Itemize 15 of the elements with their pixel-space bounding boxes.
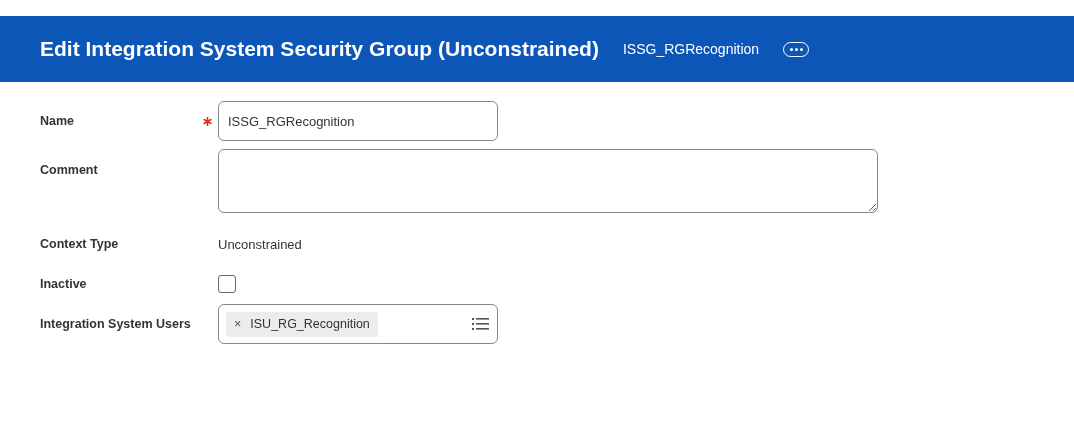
multiselect-field[interactable]: × ISU_RG_Recognition <box>218 304 498 345</box>
field-label: Name <box>40 112 75 130</box>
comment-field[interactable] <box>218 149 878 213</box>
checkbox[interactable] <box>218 274 236 293</box>
field-value: Unconstrained <box>218 236 302 254</box>
list-icon[interactable] <box>472 317 489 332</box>
token-label: ISU_RG_Recognition <box>250 315 370 333</box>
page-subtitle: ISSG_RGRecognition <box>622 39 760 59</box>
page-title: Edit Integration System Security Group (Unconstrained) <box>40 36 599 62</box>
field-label: Integration System Users <box>40 315 191 333</box>
field-label: Context Type <box>40 236 119 253</box>
remove-button[interactable]: × <box>234 314 242 334</box>
field-label: Comment <box>40 162 98 179</box>
name-field[interactable]: ISSG_RGRecognition <box>218 101 498 141</box>
field-label: Inactive <box>40 275 87 293</box>
